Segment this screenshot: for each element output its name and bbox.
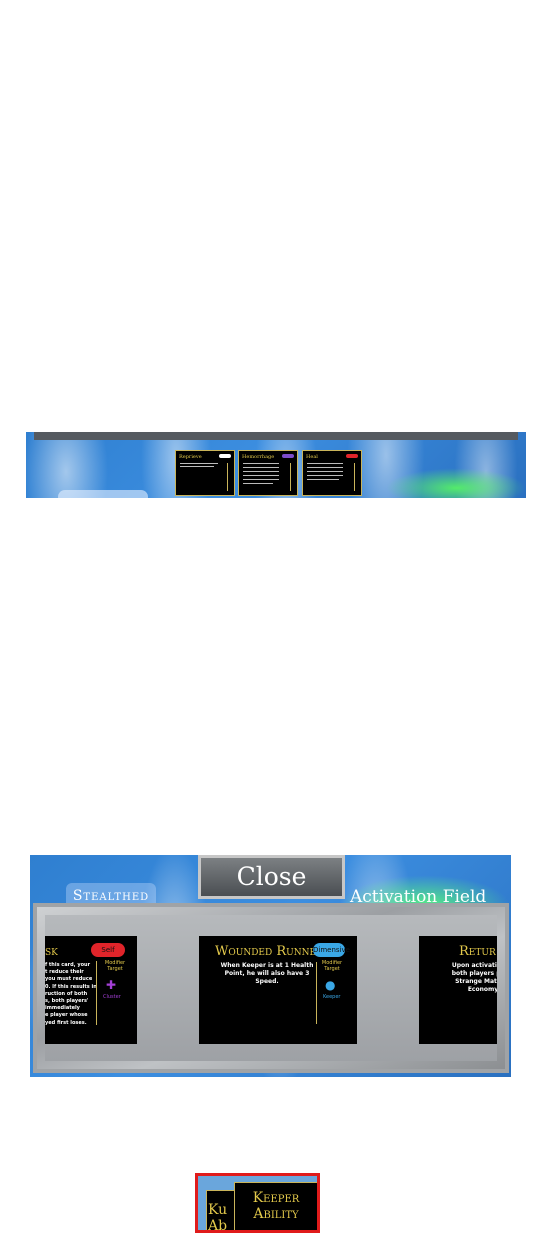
text-line bbox=[307, 467, 343, 468]
mini-card-title: Reprieve bbox=[179, 454, 202, 460]
panel-top-bar bbox=[34, 432, 518, 440]
card-divider bbox=[96, 961, 97, 1025]
text-line bbox=[180, 463, 218, 464]
card-back-label: Ku Ab bbox=[208, 1202, 228, 1233]
mini-card-reprieve[interactable]: Reprieve bbox=[175, 450, 235, 496]
mini-card-tag bbox=[219, 454, 231, 458]
card-modifier: Modifier Target bbox=[321, 960, 343, 972]
keeper-ability-label: Keeper Ability bbox=[252, 1190, 300, 1222]
icon-label: Keeper bbox=[323, 994, 341, 1000]
card-modifier: Modifier Target bbox=[104, 960, 126, 972]
card-body: When Keeper is at 1 Health Point, he wil… bbox=[220, 962, 314, 985]
mini-card-divider bbox=[354, 463, 355, 491]
text-line bbox=[243, 467, 279, 468]
mini-card-heal[interactable]: Heal bbox=[302, 450, 362, 496]
mini-card-tag bbox=[346, 454, 358, 458]
close-button[interactable]: Close bbox=[198, 855, 345, 899]
text-line bbox=[307, 463, 343, 464]
card-body: Upon activation of both players place St… bbox=[451, 962, 497, 993]
text-line bbox=[307, 475, 343, 476]
text-line bbox=[180, 466, 214, 467]
card-badge: Self bbox=[91, 943, 125, 957]
keeper-ability-button[interactable]: Ku Ab Keeper Ability bbox=[195, 1173, 320, 1233]
mini-card-divider bbox=[227, 463, 228, 491]
card-carousel-track: sk Self f this card, your t reduce their… bbox=[45, 915, 497, 1061]
icon-label: Cluster bbox=[103, 994, 121, 1000]
keeper-icon: ● bbox=[325, 978, 336, 992]
bottom-field-panel: Stealthed Activation Field Close sk Self… bbox=[30, 855, 511, 1077]
carousel-card-right[interactable]: Retur Upon activation of both players pl… bbox=[419, 936, 497, 1044]
card-title: sk bbox=[45, 944, 58, 959]
text-line bbox=[307, 471, 343, 472]
carousel-card-left[interactable]: sk Self f this card, your t reduce their… bbox=[45, 936, 137, 1044]
card-title: Retur bbox=[459, 944, 496, 959]
carousel-card-center[interactable]: Wounded Runner Dimensive When Keeper is … bbox=[199, 936, 357, 1044]
card-body: f this card, your t reduce their you mus… bbox=[45, 962, 97, 1026]
card-badge: Dimensive bbox=[313, 943, 350, 957]
card-carousel[interactable]: sk Self f this card, your t reduce their… bbox=[33, 903, 509, 1073]
field-label-pill bbox=[58, 490, 148, 498]
plus-icon: ✚ bbox=[106, 978, 117, 992]
green-glow bbox=[386, 468, 526, 498]
mini-card-hemorrhage[interactable]: Hemorrhage bbox=[238, 450, 298, 496]
mini-card-tag bbox=[282, 454, 294, 458]
text-line bbox=[243, 471, 279, 472]
mini-card-title: Heal bbox=[306, 454, 318, 460]
text-line bbox=[243, 475, 279, 476]
card-title: Wounded Runner bbox=[215, 944, 323, 959]
text-line bbox=[243, 463, 279, 464]
text-line bbox=[307, 479, 339, 480]
top-field-panel: Reprieve Hemorrhage Heal bbox=[26, 432, 526, 498]
text-line bbox=[243, 483, 273, 484]
mini-card-title: Hemorrhage bbox=[242, 454, 275, 460]
mini-card-divider bbox=[290, 463, 291, 491]
text-line bbox=[243, 479, 279, 480]
